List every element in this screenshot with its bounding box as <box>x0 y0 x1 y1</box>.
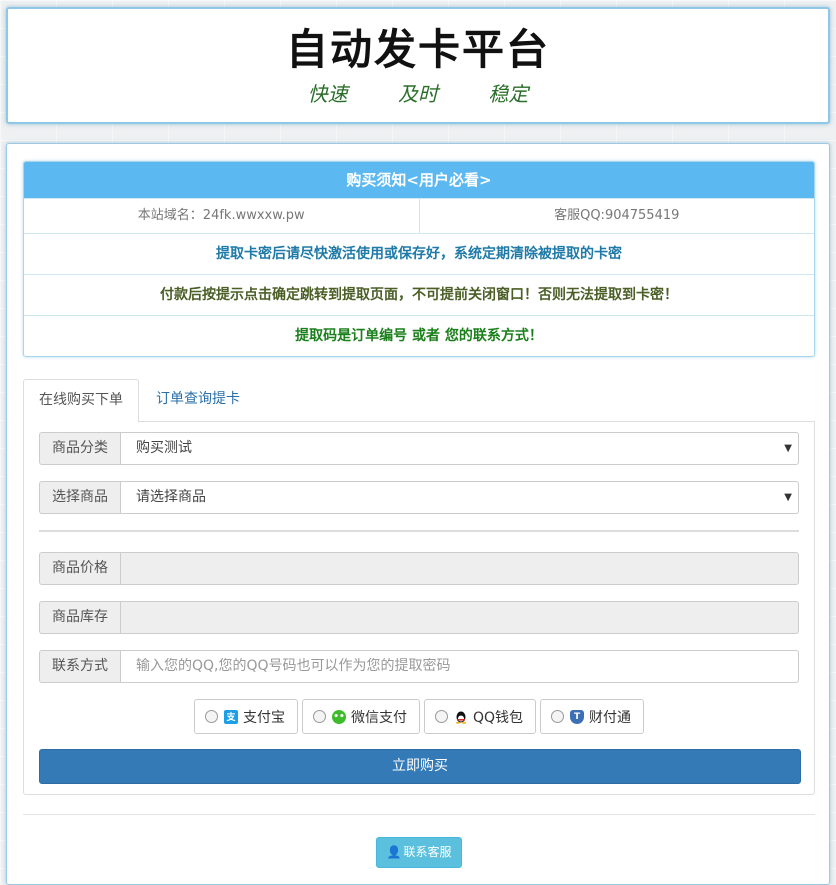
stock-field: 商品库存 <box>39 601 799 634</box>
tab-order-query[interactable]: 订单查询提卡 <box>141 379 255 420</box>
dropdown-arrow-icon: ▼ <box>784 492 792 503</box>
stock-value <box>120 601 799 634</box>
notice-message: 付款后按提示点击确定跳转到提取页面，不可提前关闭窗口！否则无法提取到卡密！ <box>24 274 814 315</box>
radio-button[interactable] <box>434 710 448 723</box>
stock-label: 商品库存 <box>39 601 120 634</box>
slogan-word: 稳定 <box>488 82 529 106</box>
purchase-form-panel: 商品分类 购买测试 ▼ 选择商品 请选择商品 ▼ 商品价格 商品库存 联系方式 <box>23 421 815 795</box>
product-field: 选择商品 请选择商品 ▼ <box>39 481 799 514</box>
product-label: 选择商品 <box>39 481 120 514</box>
payment-option-qq-wallet[interactable]: QQ钱包 <box>423 699 537 734</box>
payment-label: 财付通 <box>589 709 632 726</box>
price-label: 商品价格 <box>39 552 120 585</box>
radio-button[interactable] <box>312 710 326 723</box>
price-field: 商品价格 <box>39 552 799 585</box>
order-tabs: 在线购买下单 订单查询提卡 <box>23 379 815 423</box>
main-container: 购买须知<用户必看> 本站域名：24fk.wwxxw.pw 客服QQ:90475… <box>6 143 830 885</box>
payment-label: QQ钱包 <box>472 709 524 726</box>
payment-option-wechat[interactable]: •• 微信支付 <box>301 699 420 734</box>
contact-input-wrapper <box>120 650 799 683</box>
contact-input[interactable] <box>136 658 736 674</box>
category-label: 商品分类 <box>39 432 120 465</box>
payment-label: 微信支付 <box>350 709 407 726</box>
payment-option-tenpay[interactable]: T 财付通 <box>540 699 645 734</box>
notice-message: 提取卡密后请尽快激活使用或保存好，系统定期清除被提取的卡密 <box>24 233 814 274</box>
buy-now-button[interactable]: 立即购买 <box>39 749 801 784</box>
product-selected-value: 请选择商品 <box>136 489 206 505</box>
slogan-word: 快速 <box>307 82 348 106</box>
payment-options: 支 支付宝 •• 微信支付 QQ钱包 T 财付通 <box>24 699 814 735</box>
notice-info-row: 本站域名：24fk.wwxxw.pw 客服QQ:904755419 <box>24 198 814 233</box>
contact-field: 联系方式 <box>39 650 799 683</box>
contact-support-button[interactable]: 👤 联系客服 <box>376 837 462 868</box>
footer-divider <box>23 814 815 815</box>
tab-online-purchase[interactable]: 在线购买下单 <box>23 379 139 423</box>
payment-option-alipay[interactable]: 支 支付宝 <box>193 699 298 734</box>
dropdown-arrow-icon: ▼ <box>784 443 792 454</box>
tenpay-icon: T <box>570 709 585 724</box>
radio-button[interactable] <box>551 710 565 723</box>
category-select[interactable]: 购买测试 ▼ <box>120 432 799 465</box>
category-selected-value: 购买测试 <box>136 440 192 456</box>
payment-label: 支付宝 <box>242 709 285 726</box>
site-slogan: 快速 及时 稳定 <box>8 78 828 107</box>
form-divider <box>39 530 799 532</box>
wechat-icon: •• <box>331 709 346 724</box>
category-field: 商品分类 购买测试 ▼ <box>39 432 799 465</box>
site-header: 自动发卡平台 快速 及时 稳定 <box>6 7 830 124</box>
contact-label: 联系方式 <box>39 650 120 683</box>
support-qq-text: 客服QQ:904755419 <box>554 208 680 223</box>
site-domain-text: 本站域名：24fk.wwxxw.pw <box>24 199 420 233</box>
notice-heading: 购买须知<用户必看> <box>24 162 814 198</box>
notice-message: 提取码是订单编号 或者 您的联系方式！ <box>24 315 814 356</box>
slogan-word: 及时 <box>398 82 438 106</box>
qq-icon <box>454 710 468 724</box>
site-title: 自动发卡平台 <box>285 25 550 74</box>
product-select[interactable]: 请选择商品 ▼ <box>120 481 799 514</box>
alipay-icon: 支 <box>223 709 238 724</box>
contact-support-label: 联系客服 <box>403 845 452 859</box>
user-icon: 👤 <box>386 845 402 859</box>
purchase-notice-panel: 购买须知<用户必看> 本站域名：24fk.wwxxw.pw 客服QQ:90475… <box>23 161 815 357</box>
price-value <box>120 552 799 585</box>
radio-button[interactable] <box>204 710 218 723</box>
